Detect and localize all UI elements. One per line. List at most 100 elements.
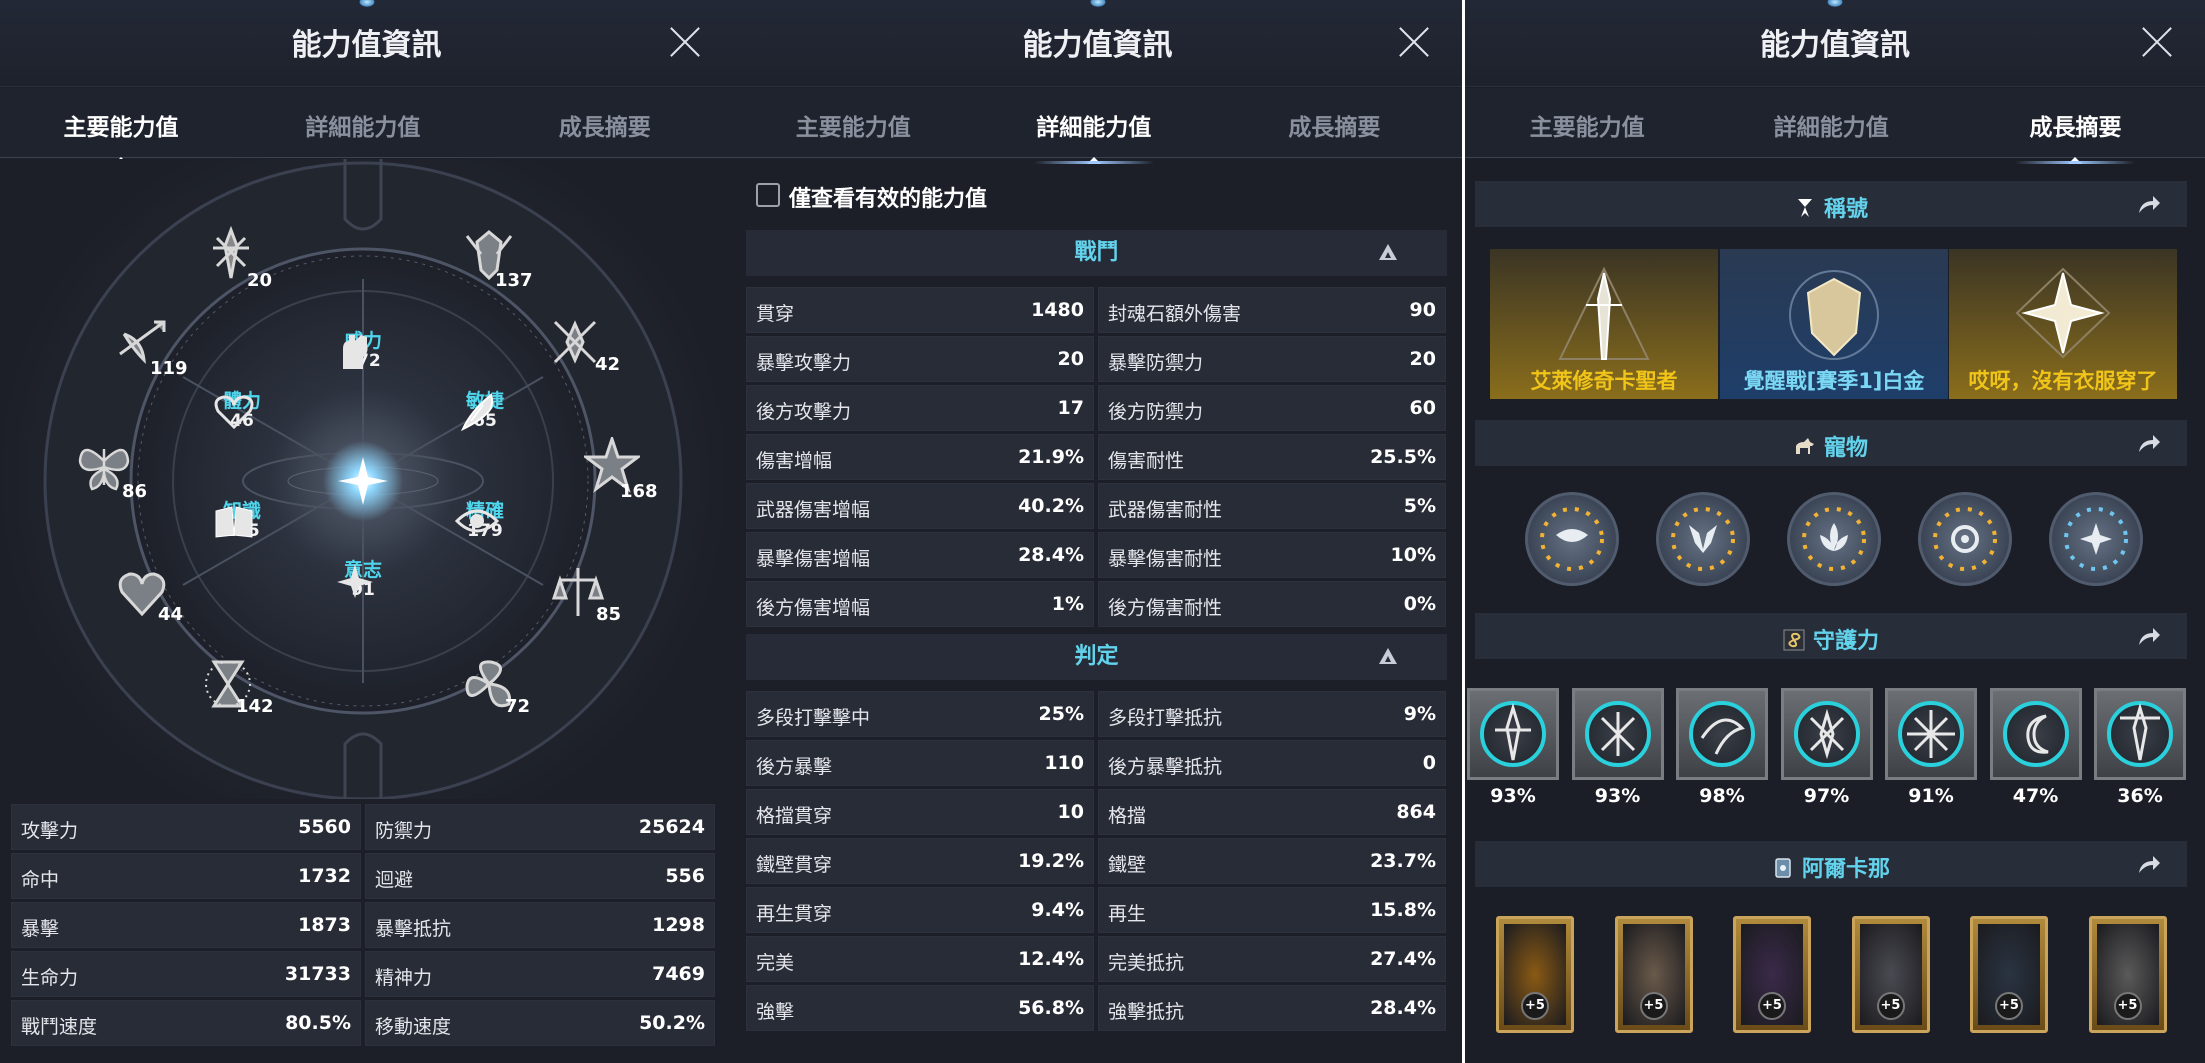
guard-slot[interactable] [1467,688,1559,780]
stat-name: 暴擊 [21,918,60,940]
tab-detail-stats[interactable]: 詳細能力值 [974,108,1215,164]
stat-value: 17 [1057,397,1084,419]
stat-name: 完美 [756,952,795,974]
stat-name: 後方攻擊力 [756,401,852,423]
stat-value: 56.8% [1018,997,1084,1019]
close-button[interactable] [2137,22,2177,62]
guard-slot[interactable] [1885,688,1977,780]
title-card[interactable]: 哎呀，沒有衣服穿了 [1949,249,2177,399]
heart-icon [214,395,254,430]
guard-section-header: 守護力 [1475,613,2187,659]
outer-stat-value: 137 [495,270,533,291]
guard-percent: 93% [1490,785,1536,807]
stat-name: 攻擊力 [21,820,79,842]
stat-value: 28.4% [1370,997,1436,1019]
arcana-card[interactable]: +5 [1614,916,1693,1033]
stat-row: 後方暴擊抵抗 0 [1098,740,1446,786]
inner-stat-precision[interactable]: 精確 179 [455,501,515,541]
stat-value: 90 [1409,299,1436,321]
guard-slot[interactable] [1571,688,1664,780]
growth-summary-panel: 能力值資訊 主要能力值 詳細能力值 成長摘要 稱號 艾萊修奇卡聖者 覺醒戰[賽季… [1465,0,2205,1063]
stat-value: 9% [1403,703,1436,725]
stat-name: 後方防禦力 [1108,401,1204,423]
stat-name: 後方暴擊 [756,756,833,778]
header-gem-icon [358,0,375,7]
section-title: 寵物 [1823,436,1868,461]
stat-row: 強擊 56.8% [746,985,1094,1031]
guard-slot[interactable] [1989,688,2082,780]
combat-section-header[interactable]: 戰鬥 [746,230,1447,276]
stat-value: 12.4% [1018,948,1084,970]
stat-row: 武器傷害耐性 5% [1098,483,1446,529]
tab-growth-summary[interactable]: 成長摘要 [1214,108,1455,142]
stat-value: 7469 [652,963,705,985]
header-gem-icon [1827,0,1843,7]
guard-slot[interactable] [1676,688,1768,780]
close-button[interactable] [665,22,705,62]
stat-row: 完美抵抗 27.4% [1098,936,1446,982]
stat-value: 110 [1044,752,1084,774]
guard-slot[interactable] [2094,688,2186,780]
tab-detail-stats[interactable]: 詳細能力值 [242,108,484,142]
pet-slot[interactable] [1787,492,1881,586]
tab-main-stats[interactable]: 主要能力值 [733,108,974,142]
pet-slot[interactable] [1656,492,1750,586]
inner-stat-power[interactable]: 威力 172 [333,331,393,371]
share-arrow-icon[interactable] [2137,193,2161,215]
share-arrow-icon[interactable] [2137,625,2161,647]
title-card[interactable]: 艾萊修奇卡聖者 [1490,249,1718,399]
pet-slot[interactable] [1525,492,1619,586]
stat-name: 多段打擊擊中 [756,707,871,729]
outer-stat-value: 142 [236,696,274,717]
stat-name: 傷害增幅 [756,450,833,472]
arcana-card[interactable]: +5 [1970,916,2048,1033]
guard-percent: 36% [2117,785,2163,807]
guard-slot[interactable] [1780,688,1873,780]
header-gem-icon [1089,0,1106,7]
outer-stat-value: 119 [150,358,188,379]
stat-name: 防禦力 [375,820,433,842]
close-button[interactable] [1394,22,1434,62]
guard-percent: 98% [1699,785,1745,807]
open-book-icon [215,506,253,538]
stat-value: 556 [665,865,705,887]
sun-eye-icon [1933,507,1997,571]
effective-only-checkbox[interactable] [756,183,780,207]
arcana-card[interactable]: +5 [1496,916,1574,1033]
inner-stat-vitality[interactable]: 體力 46 [212,391,272,431]
title-name: 覺醒戰[賽季1]白金 [1743,369,1925,393]
judge-section-header[interactable]: 判定 [746,634,1447,680]
stat-row: 傷害增幅 21.9% [746,434,1094,480]
inner-stat-will[interactable]: 意志 91 [333,560,393,600]
arcana-card[interactable]: +5 [1733,916,1811,1033]
collapse-arrow-icon[interactable] [1379,648,1397,664]
share-arrow-icon[interactable] [2137,432,2161,454]
stat-value: 5% [1403,495,1436,517]
collapse-arrow-icon[interactable] [1379,244,1397,260]
sparkle-icon [337,564,373,598]
inner-stat-agility[interactable]: 敏捷 65 [455,391,515,431]
stat-value: 23.7% [1370,850,1436,872]
stat-row: 暴擊抵抗 1298 [365,902,715,948]
inner-stat-knowledge[interactable]: 知識 105 [212,501,272,541]
tab-main-stats[interactable]: 主要能力值 [1465,108,1709,142]
pet-slot[interactable] [1918,492,2012,586]
stat-value: 21.9% [1018,446,1084,468]
stat-name: 後方傷害耐性 [1108,597,1223,619]
title-card[interactable]: 覺醒戰[賽季1]白金 [1720,249,1948,399]
stat-row: 再生貫穿 9.4% [746,887,1094,933]
share-arrow-icon[interactable] [2137,853,2161,875]
pet-slot[interactable] [2049,492,2143,586]
stat-row: 鐵壁貫穿 19.2% [746,838,1094,884]
stat-name: 戰鬥速度 [21,1016,98,1038]
tab-growth-summary[interactable]: 成長摘要 [484,108,726,142]
arcana-card[interactable]: +5 [1851,916,1930,1033]
tab-growth-summary[interactable]: 成長摘要 [1953,108,2197,164]
tab-detail-stats[interactable]: 詳細能力值 [1709,108,1953,142]
arcana-level: +5 [1876,992,1905,1020]
stat-row: 命中 1732 [11,853,361,899]
arcana-card[interactable]: +5 [2088,916,2167,1033]
stat-value: 20 [1409,348,1436,370]
tab-main-stats[interactable]: 主要能力值 [0,108,242,164]
stat-name: 武器傷害耐性 [1108,499,1223,521]
